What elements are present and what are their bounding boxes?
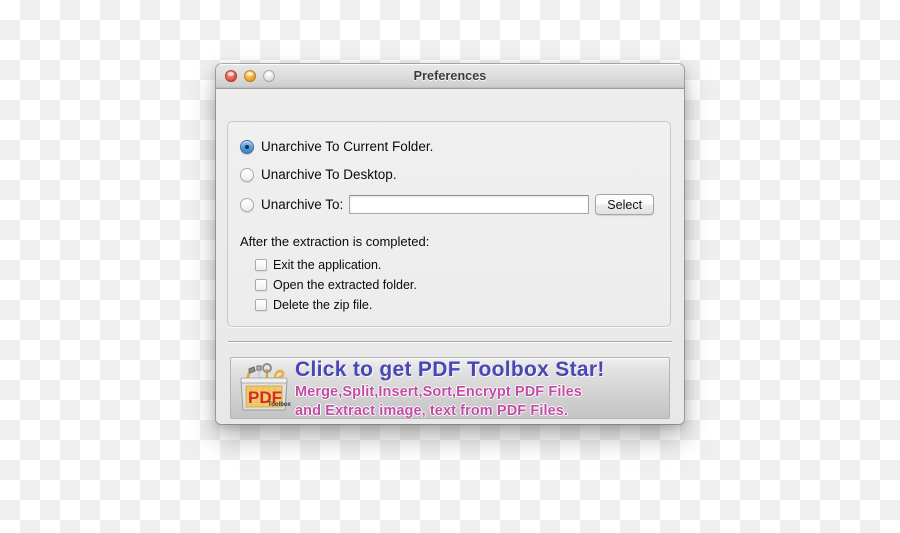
- horizontal-separator: [228, 341, 672, 342]
- radio-label-current-folder: Unarchive To Current Folder.: [261, 139, 434, 154]
- preferences-groupbox: Unarchive To Current Folder. Unarchive T…: [227, 121, 671, 327]
- checkbox-option-open-folder[interactable]: Open the extracted folder.: [255, 278, 417, 292]
- select-folder-button[interactable]: Select: [595, 194, 655, 215]
- zoom-button[interactable]: [263, 70, 275, 82]
- after-extraction-heading: After the extraction is completed:: [240, 234, 430, 249]
- window-content: Unarchive To Current Folder. Unarchive T…: [216, 89, 684, 424]
- checkbox-icon-exit-app[interactable]: [255, 259, 267, 271]
- unarchive-path-input[interactable]: [349, 195, 590, 214]
- checkbox-icon-open-folder[interactable]: [255, 279, 267, 291]
- pdf-toolbox-icon: PDF Toolbox: [237, 362, 291, 414]
- radio-option-current-folder[interactable]: Unarchive To Current Folder.: [240, 139, 433, 154]
- radio-option-custom-path[interactable]: Unarchive To: Select: [240, 194, 660, 215]
- checkbox-icon-delete-zip[interactable]: [255, 299, 267, 311]
- window-title: Preferences: [413, 69, 487, 83]
- pdf-toolbox-ad-banner[interactable]: PDF Toolbox Click to get PDF Toolbox Sta…: [230, 357, 670, 419]
- checkbox-label-open-folder: Open the extracted folder.: [273, 278, 417, 292]
- window-traffic-lights: [225, 70, 275, 82]
- checkbox-label-delete-zip: Delete the zip file.: [273, 298, 373, 312]
- checkbox-option-exit-app[interactable]: Exit the application.: [255, 258, 381, 272]
- radio-icon-current-folder[interactable]: [240, 139, 254, 154]
- window-titlebar[interactable]: Preferences: [216, 64, 684, 89]
- preferences-window: Preferences Unarchive To Current Folder.…: [216, 64, 684, 424]
- checkbox-option-delete-zip[interactable]: Delete the zip file.: [255, 298, 372, 312]
- banner-text-block: Click to get PDF Toolbox Star! Merge,Spl…: [295, 358, 605, 419]
- radio-icon-desktop[interactable]: [240, 167, 254, 182]
- radio-option-desktop[interactable]: Unarchive To Desktop.: [240, 167, 397, 182]
- minimize-button[interactable]: [244, 70, 256, 82]
- svg-text:Toolbox: Toolbox: [268, 402, 291, 408]
- banner-subtitle-line1: Merge,Split,Insert,Sort,Encrypt PDF File…: [295, 383, 582, 400]
- close-button[interactable]: [225, 70, 237, 82]
- banner-title: Click to get PDF Toolbox Star!: [295, 357, 605, 381]
- radio-label-desktop: Unarchive To Desktop.: [261, 167, 397, 182]
- checkbox-label-exit-app: Exit the application.: [273, 258, 382, 272]
- radio-label-custom-path: Unarchive To:: [261, 197, 344, 212]
- banner-subtitle-line2: and Extract image, text from PDF Files.: [295, 403, 569, 419]
- radio-icon-custom-path[interactable]: [240, 197, 254, 212]
